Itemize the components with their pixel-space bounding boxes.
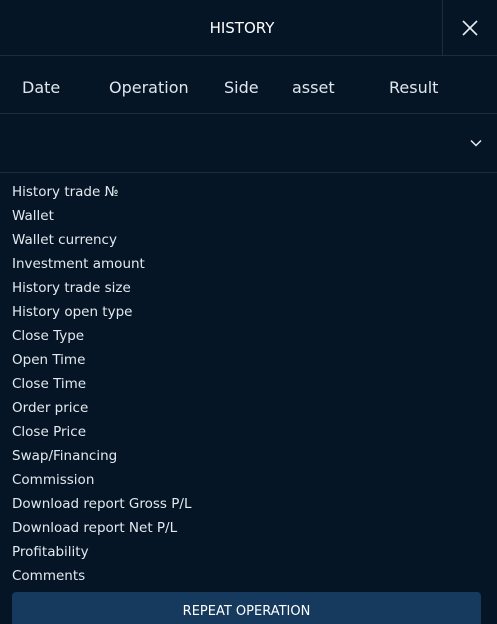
column-header-result: Result: [389, 78, 439, 97]
detail-label-profitability: Profitability: [12, 544, 89, 560]
page-title: HISTORY: [209, 19, 275, 37]
detail-label-close-type: Close Type: [12, 328, 85, 344]
table-header: Date Operation Side asset Result: [0, 56, 497, 114]
column-header-operation: Operation: [109, 78, 189, 97]
detail-label-comments: Comments: [12, 568, 86, 584]
detail-label-history-open-type: History open type: [12, 304, 133, 320]
detail-label-close-time: Close Time: [12, 376, 87, 392]
detail-label-history-trade-size: History trade size: [12, 280, 131, 296]
repeat-operation-button[interactable]: REPEAT OPERATION: [12, 592, 481, 624]
detail-label-close-price: Close Price: [12, 424, 86, 440]
detail-label-investment-amount: Investment amount: [12, 256, 145, 272]
download-report-net-link[interactable]: Download report Net P/L: [12, 516, 482, 540]
column-header-asset: asset: [292, 78, 335, 97]
detail-label-history-trade-number: History trade №: [12, 184, 119, 200]
column-header-date: Date: [22, 78, 61, 97]
panel-header: HISTORY: [0, 0, 497, 56]
chevron-down-icon[interactable]: [469, 136, 483, 150]
close-button[interactable]: [442, 0, 497, 56]
download-report-gross-link[interactable]: Download report Gross P/L: [12, 492, 482, 516]
detail-label-swap-financing: Swap/Financing: [12, 448, 118, 464]
detail-label-commission: Commission: [12, 472, 95, 488]
trade-details-list: History trade № Wallet Wallet currency I…: [12, 180, 482, 588]
detail-label-wallet-currency: Wallet currency: [12, 232, 117, 248]
table-row[interactable]: [0, 114, 497, 173]
detail-label-wallet: Wallet: [12, 208, 54, 224]
detail-label-order-price: Order price: [12, 400, 89, 416]
column-header-side: Side: [224, 78, 259, 97]
close-icon[interactable]: [461, 19, 479, 37]
detail-label-open-time: Open Time: [12, 352, 86, 368]
